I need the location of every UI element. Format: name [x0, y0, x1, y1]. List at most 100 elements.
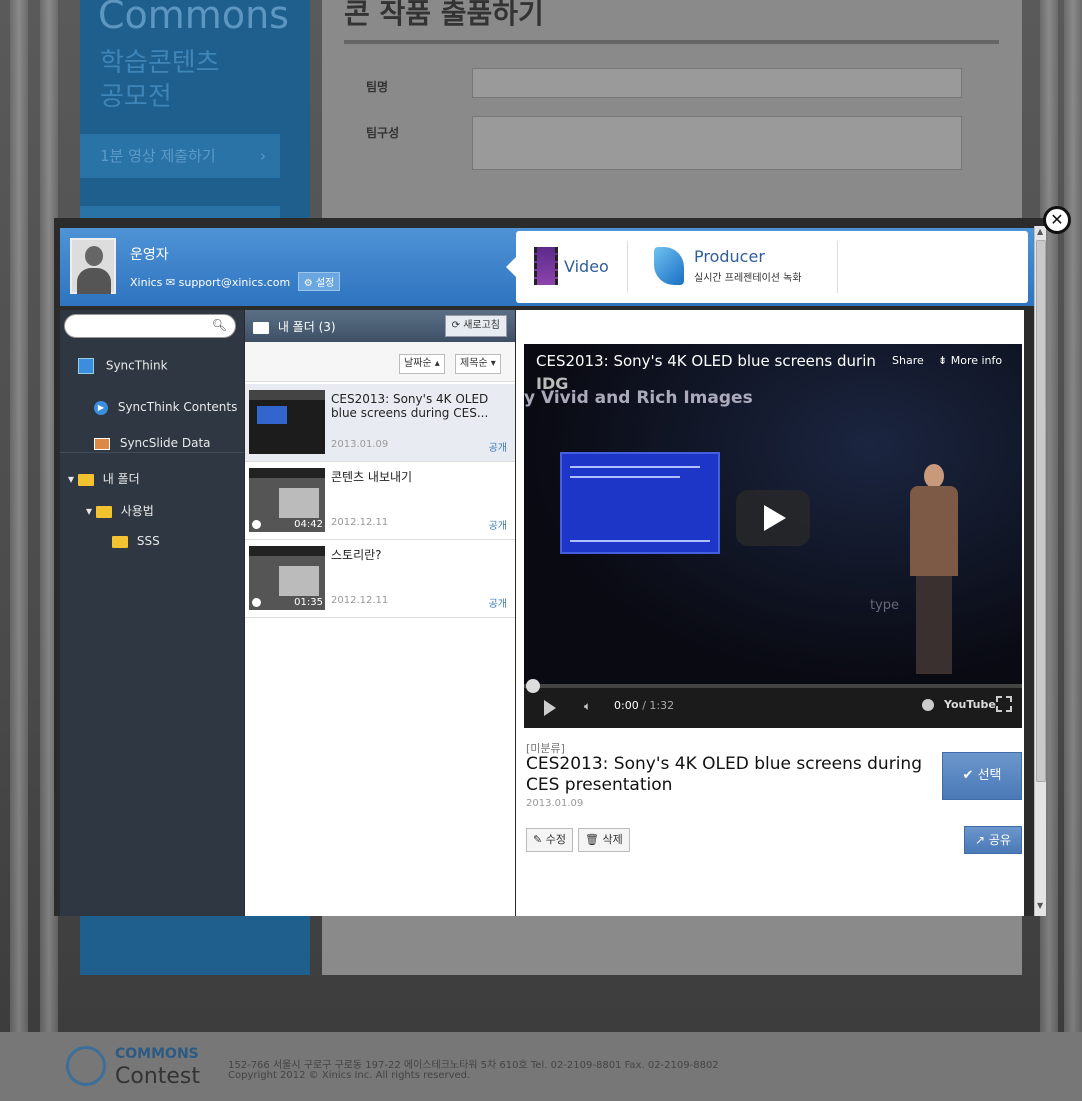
item-duration: 01:35 [294, 597, 323, 608]
producer-logo-icon [654, 247, 684, 285]
list-item[interactable]: 01:35 스토리란? 2012.12.11 공개 [245, 540, 515, 618]
tab-video[interactable]: Video [528, 241, 628, 293]
scroll-down-icon[interactable]: ▼ [1037, 902, 1045, 910]
caret-down-icon[interactable]: ▾ [68, 472, 74, 486]
refresh-button[interactable]: ⟳ 새로고침 [444, 315, 507, 337]
refresh-icon: ⟳ [451, 320, 460, 331]
fullscreen-icon[interactable] [996, 696, 1012, 712]
chevron-right-icon: › [260, 147, 266, 165]
brand-subtitle-line: 공모전 [100, 82, 172, 112]
user-name: 운영자 [130, 247, 169, 263]
content-list-panel: 내 폴더 (3) ⟳ 새로고침 날짜순 ▴ 제목순 ▾ CES2013: Son… [245, 310, 515, 916]
item-duration: 04:42 [294, 519, 323, 530]
thumbnail-screen [279, 566, 319, 596]
background-column [10, 0, 28, 1040]
sort-date-label: 날짜순 [404, 358, 432, 369]
user-email[interactable]: support@xinics.com [179, 276, 291, 289]
item-date: 2012.12.11 [331, 517, 389, 528]
share-button[interactable]: ↗ 공유 [964, 826, 1022, 854]
caret-down-icon[interactable]: ▾ [86, 504, 92, 518]
tab-producer[interactable]: Producer 실시간 프레젠테이션 녹화 [648, 241, 838, 293]
submit-video-button[interactable]: 1분 영상 제출하기 › [80, 134, 280, 178]
tree-label: SSS [136, 534, 160, 548]
brand-subtitle-line: 학습콘텐츠 [100, 48, 220, 78]
search-input[interactable]: 🔍︎ [64, 314, 236, 338]
footer: COMMONS Contest 152-766 서울시 구로구 구로동 197-… [0, 1032, 1082, 1101]
sort-title-label: 제목순 [460, 358, 488, 369]
background-column [1064, 0, 1082, 1040]
close-icon[interactable]: ✕ [1043, 206, 1071, 234]
presenter-head [924, 464, 944, 488]
screen-line [570, 540, 710, 542]
tab-producer-subtitle: 실시간 프레젠테이션 녹화 [694, 273, 802, 284]
settings-button[interactable]: ⚙ 설정 [297, 272, 341, 291]
thumbnail-bar [249, 468, 325, 478]
item-visibility: 공개 [488, 443, 507, 454]
footer-logo-top: COMMONS [115, 1046, 199, 1062]
content-date: 2013.01.09 [526, 798, 584, 809]
tree-item-sss[interactable]: SSS [112, 534, 160, 548]
thumbnail-bar [249, 546, 325, 556]
delete-label: 삭제 [602, 833, 623, 846]
sort-by-date-button[interactable]: 날짜순 ▴ [399, 354, 445, 374]
settings-label: 설정 [315, 278, 335, 289]
volume-icon[interactable]: 🔈︎ [584, 699, 591, 714]
team-members-label: 팀구성 [366, 126, 400, 140]
modal-header: 운영자 Xinics ✉ support@xinics.com ⚙ 설정 Vid… [60, 228, 1034, 306]
tree-item-my-folder[interactable]: ▾ 내 폴더 [68, 470, 140, 487]
edit-label: 수정 [545, 833, 566, 846]
screen-line [570, 476, 680, 478]
progress-handle[interactable] [526, 679, 540, 693]
check-icon: ✔ [962, 768, 974, 783]
team-name-field[interactable] [472, 68, 962, 98]
tree-item-syncthink-contents[interactable]: ▶ SyncThink Contents [94, 400, 237, 415]
search-icon[interactable]: 🔍︎ [212, 318, 227, 332]
tree-item-syncslide-data[interactable]: SyncSlide Data [94, 436, 211, 450]
video-title[interactable]: CES2013: Sony's 4K OLED blue screens dur… [536, 352, 876, 370]
video-thumbnail [249, 390, 325, 454]
tab-producer-label: Producer [694, 247, 765, 266]
caret-down-icon: ▾ [490, 358, 496, 369]
video-overlay-text: type [870, 598, 900, 613]
tree-label: 내 폴더 [102, 472, 140, 486]
user-org: Xinics [130, 276, 163, 289]
tab-video-label: Video [564, 257, 609, 276]
time-total: / 1:32 [642, 699, 675, 712]
folder-icon [77, 473, 94, 486]
big-play-button[interactable] [736, 490, 810, 546]
player-more-info-button[interactable]: ⇟ More info [938, 354, 1002, 367]
content-title: CES2013: Sony's 4K OLED blue screens dur… [526, 754, 922, 795]
title-divider [344, 40, 999, 44]
page-title: 콘 작품 출품하기 [344, 0, 544, 30]
item-visibility: 공개 [488, 599, 507, 610]
item-title: 콘텐츠 내보내기 [331, 470, 413, 484]
modal-scrollbar[interactable]: ▲ ▼ [1034, 226, 1046, 916]
scrollbar-thumb[interactable] [1036, 240, 1046, 782]
progress-bar[interactable] [524, 684, 1022, 688]
select-button[interactable]: ✔ 선택 [942, 752, 1022, 800]
video-player[interactable]: IDG y Vivid and Rich Images CES2013: Son… [524, 344, 1022, 728]
play-icon[interactable] [544, 700, 556, 716]
list-item[interactable]: 04:42 콘텐츠 내보내기 2012.12.11 공개 [245, 462, 515, 540]
brand-subtitle: 학습콘텐츠 공모전 [80, 30, 310, 114]
list-item[interactable]: CES2013: Sony's 4K OLED blue screens dur… [245, 384, 515, 462]
edit-button[interactable]: ✎ 수정 [526, 828, 573, 852]
avatar-body [77, 268, 111, 294]
tree-item-usage[interactable]: ▾ 사용법 [86, 502, 154, 519]
tree-item-syncthink[interactable]: SyncThink [78, 358, 168, 374]
info-icon[interactable] [922, 699, 934, 711]
delete-button[interactable]: 🗑︎ 삭제 [578, 828, 630, 852]
folder-icon [253, 321, 269, 334]
presenter-torso [910, 486, 958, 576]
scroll-up-icon[interactable]: ▲ [1037, 228, 1045, 236]
sort-by-title-button[interactable]: 제목순 ▾ [455, 354, 501, 374]
player-share-button[interactable]: Share [892, 354, 924, 367]
youtube-logo[interactable]: YouTube [944, 698, 996, 711]
video-screen-graphic [560, 452, 720, 554]
content-selector-modal: 운영자 Xinics ✉ support@xinics.com ⚙ 설정 Vid… [54, 218, 1046, 916]
presenter-legs [916, 576, 952, 674]
folder-title: 내 폴더 (3) [253, 318, 336, 335]
pencil-icon: ✎ [533, 833, 543, 846]
folder-icon [112, 535, 128, 548]
team-members-field[interactable] [472, 116, 962, 170]
